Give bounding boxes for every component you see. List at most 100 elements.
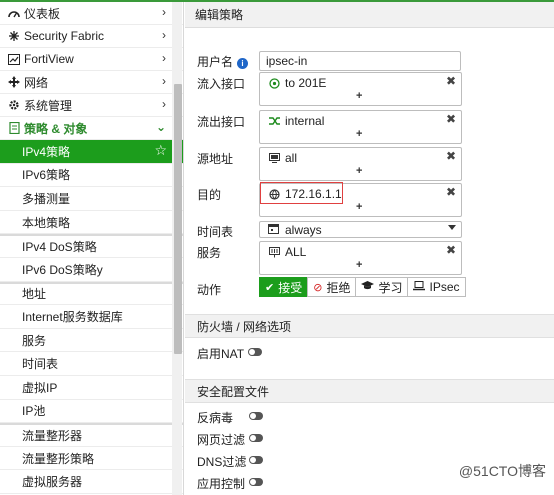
sidebar-item-label: IP池 xyxy=(22,404,46,419)
deny-button-label: 拒绝 xyxy=(326,280,351,295)
graduation-cap-icon xyxy=(361,281,375,293)
dnsfilter-toggle[interactable] xyxy=(249,456,263,464)
service-icon xyxy=(268,246,281,258)
sidebar-item-label: 仪表板 xyxy=(24,6,61,21)
sidebar-item-ipv6-dos[interactable]: IPv6 DoS策略y xyxy=(0,258,183,282)
chevron-right-icon: › xyxy=(162,28,166,42)
sidebar-item-label: 虚拟服务器 xyxy=(22,475,83,490)
address-icon xyxy=(268,152,281,164)
destination-label: 目的 xyxy=(197,188,222,202)
destination-highlight-box xyxy=(260,182,343,204)
outgoing-interface-value: internal xyxy=(285,114,325,128)
chevron-right-icon: › xyxy=(162,74,166,88)
add-icon[interactable]: + xyxy=(356,90,362,102)
sidebar-item-schedules[interactable]: 时间表 xyxy=(0,352,183,376)
incoming-interface-label: 流入接口 xyxy=(197,77,246,91)
sidebar-item-traffic-shaper[interactable]: 流量整形器 xyxy=(0,423,183,447)
sidebar-item-system[interactable]: 系统管理 › xyxy=(0,94,183,117)
ipsec-button[interactable]: IPsec xyxy=(407,277,466,297)
checkmark-icon: ✔ xyxy=(265,281,275,294)
star-icon[interactable]: ☆ xyxy=(154,142,167,159)
accept-button[interactable]: ✔ 接受 xyxy=(259,277,309,297)
sidebar-item-label: 本地策略 xyxy=(22,215,71,230)
sidebar-item-ipv6-policy[interactable]: IPv6策略 xyxy=(0,164,183,188)
service-value: ALL xyxy=(285,245,307,259)
sidebar-item-ip-pool[interactable]: IP池 xyxy=(0,400,183,424)
sidebar-item-label: 流量整形器 xyxy=(22,428,83,443)
source-address-field[interactable]: all ✖ + xyxy=(259,147,462,181)
antivirus-toggle[interactable] xyxy=(249,412,263,420)
sidebar-item-fortiview[interactable]: FortiView › xyxy=(0,48,183,71)
shuffle-icon xyxy=(268,115,281,127)
schedule-select[interactable]: always xyxy=(259,221,462,238)
policy-icon xyxy=(7,122,21,134)
tunnel-icon xyxy=(268,77,281,89)
learn-button-label: 学习 xyxy=(378,280,403,295)
sidebar-item-services[interactable]: 服务 xyxy=(0,329,183,353)
info-icon[interactable]: i xyxy=(237,58,249,69)
sidebar-item-label: 系统管理 xyxy=(24,98,73,113)
outgoing-interface-entry[interactable]: internal xyxy=(268,114,324,128)
antivirus-label: 反病毒 xyxy=(197,411,234,425)
chevron-down-icon: ⌄ xyxy=(155,120,166,134)
add-icon[interactable]: + xyxy=(356,128,362,140)
sidebar-item-ipv4-policy[interactable]: IPv4策略 ☆ xyxy=(0,140,183,164)
sidebar-item-label: 服务 xyxy=(22,333,47,348)
incoming-interface-field[interactable]: to 201E ✖ + xyxy=(259,72,462,106)
nat-label: 启用NAT xyxy=(197,347,245,361)
sidebar-item-label: 多播测量 xyxy=(22,191,71,206)
sidebar-item-ipv4-dos[interactable]: IPv4 DoS策略 xyxy=(0,234,183,258)
sidebar-scrollbar-thumb[interactable] xyxy=(174,84,182,354)
laptop-icon xyxy=(413,280,426,294)
dnsfilter-label: DNS过滤 xyxy=(197,455,247,469)
sidebar-item-dashboard[interactable]: 仪表板 › xyxy=(0,2,183,25)
webfilter-toggle[interactable] xyxy=(249,434,263,442)
gear-icon xyxy=(7,99,21,111)
sidebar-item-virtual-ip[interactable]: 虚拟IP xyxy=(0,376,183,400)
add-icon[interactable]: + xyxy=(356,165,362,177)
remove-icon[interactable]: ✖ xyxy=(446,185,456,199)
remove-icon[interactable]: ✖ xyxy=(446,243,456,257)
page-title: 编辑策略 xyxy=(185,2,554,28)
service-field[interactable]: ALL ✖ + xyxy=(259,241,462,275)
nat-toggle[interactable] xyxy=(248,348,262,356)
username-field[interactable]: ipsec-in xyxy=(259,51,461,71)
sidebar-item-network[interactable]: 网络 › xyxy=(0,71,183,94)
remove-icon[interactable]: ✖ xyxy=(446,74,456,88)
learn-button[interactable]: 学习 xyxy=(355,277,409,297)
sidebar-item-traffic-shaping-policy[interactable]: 流量整形策略 xyxy=(0,447,183,471)
sidebar-item-label: FortiView xyxy=(24,52,74,66)
dropdown-caret-icon xyxy=(448,225,456,230)
sidebar-item-label: IPv4策略 xyxy=(22,144,71,159)
sidebar-item-label: IPv6 DoS策略y xyxy=(22,262,103,277)
block-icon: ⊘ xyxy=(313,281,323,294)
remove-icon[interactable]: ✖ xyxy=(446,149,456,163)
action-label: 动作 xyxy=(197,283,222,297)
schedule-label: 时间表 xyxy=(197,225,234,239)
fabric-icon xyxy=(7,30,21,42)
chart-icon xyxy=(7,53,21,65)
username-label-text: 用户名 xyxy=(197,55,234,69)
app-control-toggle[interactable] xyxy=(249,478,263,486)
source-address-entry[interactable]: all xyxy=(268,151,297,165)
sidebar-item-virtual-server[interactable]: 虚拟服务器 xyxy=(0,470,183,494)
service-entry[interactable]: ALL xyxy=(268,245,306,259)
sidebar: 仪表板 › Security Fabric › FortiView › 网络 ›… xyxy=(0,2,184,495)
incoming-interface-value: to 201E xyxy=(285,76,327,90)
chevron-right-icon: › xyxy=(162,97,166,111)
sidebar-item-internet-service-db[interactable]: Internet服务数据库 xyxy=(0,305,183,329)
outgoing-interface-field[interactable]: internal ✖ + xyxy=(259,110,462,144)
sidebar-item-local-policy[interactable]: 本地策略 xyxy=(0,211,183,235)
add-icon[interactable]: + xyxy=(356,259,362,271)
remove-icon[interactable]: ✖ xyxy=(446,112,456,126)
sidebar-section-policy[interactable]: 策略 & 对象 ⌄ xyxy=(0,117,183,140)
action-button-group: ✔ 接受 ⊘ 拒绝 学习 IPsec xyxy=(259,277,466,297)
incoming-interface-entry[interactable]: to 201E xyxy=(268,76,326,90)
add-icon[interactable]: + xyxy=(356,201,362,213)
dashboard-icon xyxy=(7,8,21,19)
chevron-right-icon: › xyxy=(162,51,166,65)
sidebar-item-security-fabric[interactable]: Security Fabric › xyxy=(0,25,183,48)
sidebar-item-multicast[interactable]: 多播测量 xyxy=(0,187,183,211)
deny-button[interactable]: ⊘ 拒绝 xyxy=(307,277,357,297)
sidebar-item-address[interactable]: 地址 xyxy=(0,281,183,306)
